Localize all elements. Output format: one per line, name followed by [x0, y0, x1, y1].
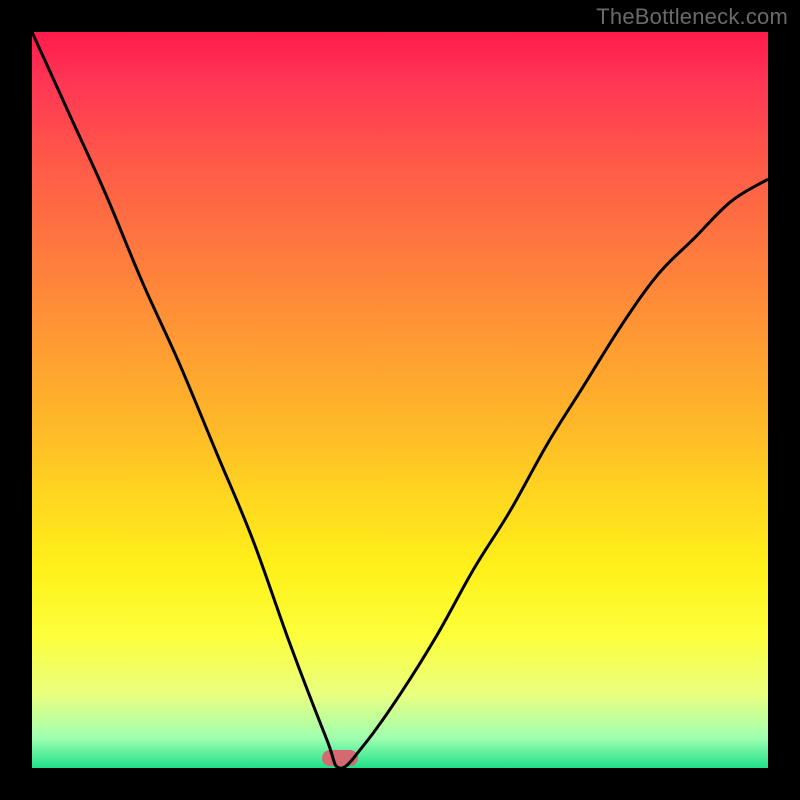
chart-frame: TheBottleneck.com — [0, 0, 800, 800]
watermark-text: TheBottleneck.com — [596, 4, 788, 30]
plot-area — [32, 32, 768, 768]
bottleneck-curve — [32, 32, 768, 768]
